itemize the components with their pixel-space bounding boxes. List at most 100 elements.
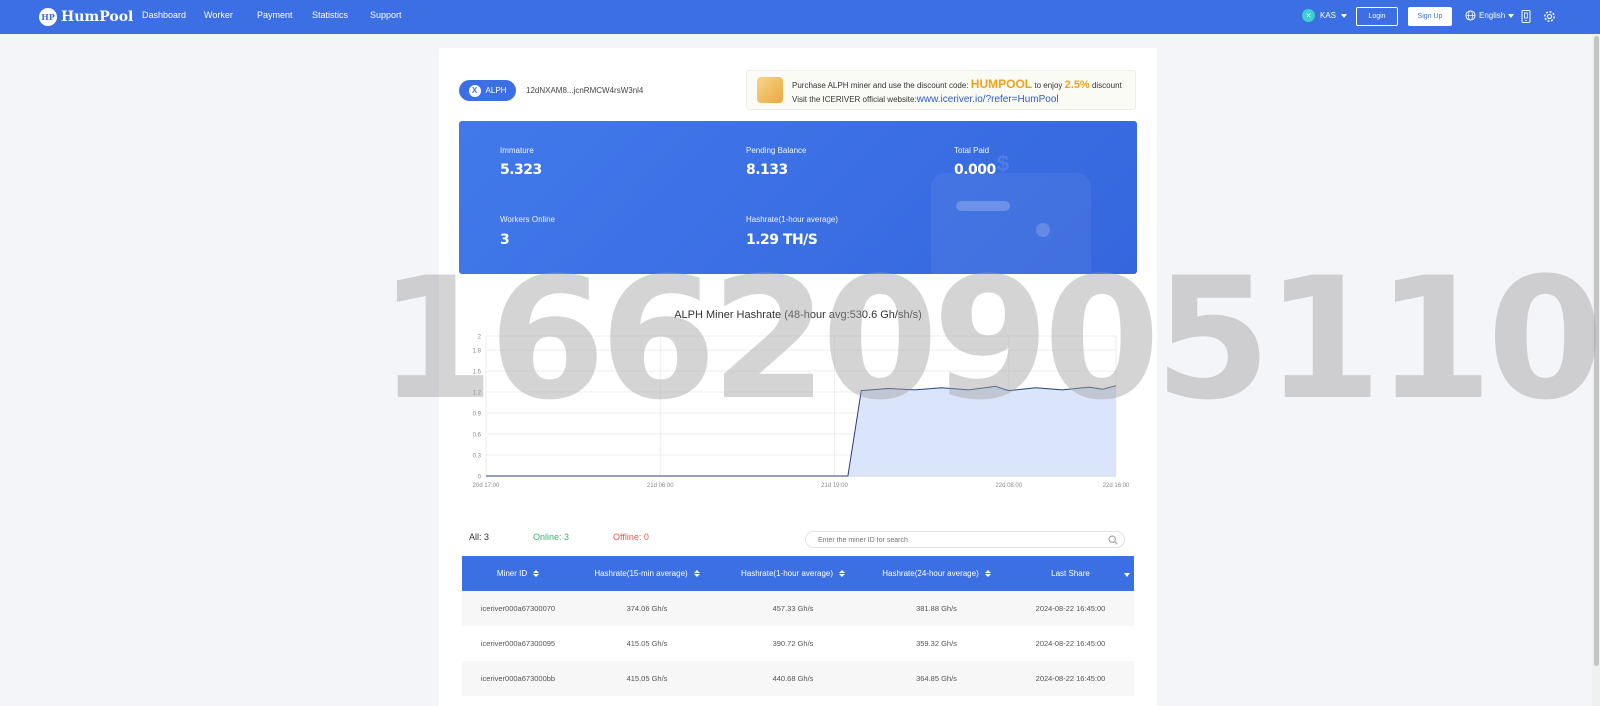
cell-hashrate-1hour: 440.68 Gh/s <box>772 674 814 683</box>
filter-online[interactable]: Online: 3 <box>533 532 569 542</box>
header-hashrate-15min[interactable]: Hashrate(15-min average) <box>574 556 720 591</box>
coin-selector[interactable]: ✕ KAS <box>1302 9 1348 22</box>
header-label: Last Share <box>1051 569 1090 578</box>
y-tick-label: 1.2 <box>473 391 482 397</box>
mobile-app-icon[interactable] <box>1519 9 1533 23</box>
cell-last-share: 2024-08-22 16:45:00 <box>1035 639 1106 648</box>
discount-code: HUMPOOL <box>970 77 1033 91</box>
sort-icon[interactable] <box>693 570 700 577</box>
wallet-illustration <box>931 173 1091 274</box>
login-button[interactable]: Login <box>1356 7 1398 26</box>
globe-icon <box>1465 10 1476 21</box>
table-header: Miner ID Hashrate(15-min average) Hashra… <box>462 556 1134 591</box>
nav-payment[interactable]: Payment <box>257 10 293 20</box>
cell-hashrate-24hour: 359.32 Gh/s <box>916 639 957 648</box>
stats-card: $ Immature 5.323 Pending Balance 8.133 T… <box>459 121 1137 274</box>
miner-search[interactable] <box>805 531 1125 548</box>
brand-name: HumPool <box>61 9 134 25</box>
wallet-address: 12dNXAM8...jcnRMCW4rsW3nl4 <box>526 86 644 95</box>
header-miner-id[interactable]: Miner ID <box>462 556 574 591</box>
language-selector[interactable]: English <box>1465 10 1515 21</box>
y-tick-label: 2 <box>478 335 482 341</box>
y-tick-label: 1.5 <box>473 370 482 376</box>
search-icon[interactable] <box>1108 535 1118 545</box>
x-tick-label: 22d 16:00 <box>1103 483 1130 489</box>
header-label: Miner ID <box>496 569 528 578</box>
hashrate-label: Hashrate(1-hour average) <box>746 215 839 224</box>
kas-coin-icon: ✕ <box>1302 9 1315 22</box>
table-row[interactable]: iceriver000a673000bb 415.05 Gh/s 440.68 … <box>462 661 1134 696</box>
nav-worker[interactable]: Worker <box>204 10 233 20</box>
total-paid-label: Total Paid <box>954 146 990 155</box>
y-tick-label: 0.6 <box>473 433 482 439</box>
workers-online-label: Workers Online <box>500 215 555 224</box>
hashrate-value: 1.29 TH/S <box>746 232 818 248</box>
pending-balance-label: Pending Balance <box>746 146 807 155</box>
hashrate-area <box>486 385 1116 476</box>
miner-search-input[interactable] <box>818 534 1098 546</box>
header-label: Hashrate(15-min average) <box>594 569 688 578</box>
promo-banner: Purchase ALPH miner and use the discount… <box>746 70 1136 110</box>
x-tick-label: 21d 19:00 <box>821 483 848 489</box>
promo-visit-text: Visit the ICERIVER official website: <box>792 95 917 104</box>
cell-hashrate-24hour: 364.85 Gh/s <box>916 674 957 683</box>
wallet-illustration-dot <box>1036 223 1050 237</box>
scrollbar-thumb[interactable] <box>1594 36 1599 666</box>
gear-icon[interactable] <box>1542 9 1556 23</box>
filter-offline[interactable]: Offline: 0 <box>613 532 649 542</box>
cell-last-share: 2024-08-22 16:45:00 <box>1035 604 1106 613</box>
immature-value: 5.323 <box>500 162 542 178</box>
total-paid-value: 0.000 <box>954 162 996 178</box>
promo-text-3: discount <box>1091 81 1122 90</box>
chart-title: ALPH Miner Hashrate (48-hour avg:530.6 G… <box>674 309 922 321</box>
logo[interactable]: HP HumPool <box>39 7 133 27</box>
y-tick-label: 0 <box>478 475 482 481</box>
y-tick-label: 0.3 <box>473 454 482 460</box>
pending-balance-value: 8.133 <box>746 162 788 178</box>
header-label: Hashrate(24-hour average) <box>882 569 979 578</box>
nav-statistics[interactable]: Statistics <box>312 10 348 20</box>
y-tick-label: 1.8 <box>473 349 482 355</box>
sort-icon[interactable] <box>533 570 540 577</box>
cell-hashrate-15min: 415.05 Gh/s <box>626 639 668 648</box>
chevron-down-icon <box>1341 13 1348 18</box>
coin-selector-label: KAS <box>1320 11 1337 20</box>
wallet-illustration-bar <box>956 201 1010 211</box>
workers-online-value: 3 <box>500 232 510 248</box>
iceriver-link[interactable]: www.iceriver.io/?refer=HumPool <box>917 94 1059 105</box>
signup-button[interactable]: Sign Up <box>1408 7 1452 26</box>
cell-miner-id: iceriver000a673000bb <box>480 674 556 683</box>
promo-line-1: Purchase ALPH miner and use the discount… <box>792 77 1122 91</box>
cell-hashrate-1hour: 390.72 Gh/s <box>772 639 814 648</box>
coin-stack-icon <box>757 77 783 103</box>
y-tick-label: 0.9 <box>473 412 482 418</box>
cell-miner-id: iceriver000a67300070 <box>480 604 556 613</box>
nav-dashboard[interactable]: Dashboard <box>142 10 186 20</box>
nav-support[interactable]: Support <box>370 10 402 20</box>
sort-icon[interactable] <box>984 570 991 577</box>
promo-text-2: to enjoy <box>1034 81 1063 90</box>
cell-hashrate-24hour: 381.88 Gh/s <box>916 604 957 613</box>
dollar-icon: $ <box>997 151 1010 176</box>
header-hashrate-24hour[interactable]: Hashrate(24-hour average) <box>866 556 1007 591</box>
top-navbar: HP HumPool Dashboard Worker Payment Stat… <box>0 0 1600 34</box>
cell-hashrate-1hour: 457.33 Gh/s <box>772 604 814 613</box>
sort-icon[interactable] <box>839 570 846 577</box>
table-row[interactable]: iceriver000a67300095 415.05 Gh/s 390.72 … <box>462 626 1134 661</box>
promo-line-2: Visit the ICERIVER official website:www.… <box>792 94 1059 105</box>
discount-percent: 2.5% <box>1064 79 1090 91</box>
header-last-share[interactable]: Last Share <box>1007 556 1134 591</box>
promo-text-1: Purchase ALPH miner and use the discount… <box>792 81 969 90</box>
coin-pill-label: ALPH <box>485 86 507 95</box>
immature-label: Immature <box>500 146 534 155</box>
coin-pill-alph[interactable]: X ALPH <box>459 80 516 101</box>
cell-miner-id: iceriver000a67300095 <box>480 639 556 648</box>
filter-all[interactable]: All: 3 <box>469 532 489 542</box>
hashrate-chart[interactable]: 0 0.3 0.6 0.9 1.2 1.5 1.8 2 20d 17:00 21d 06:00 21… <box>470 330 1134 490</box>
chevron-down-icon[interactable] <box>1124 573 1130 577</box>
x-tick-label: 20d 17:00 <box>473 483 500 489</box>
logo-icon: HP <box>39 8 57 26</box>
cell-hashrate-15min: 374.06 Gh/s <box>626 604 668 613</box>
table-row[interactable]: iceriver000a67300070 374.06 Gh/s 457.33 … <box>462 591 1134 626</box>
header-hashrate-1hour[interactable]: Hashrate(1-hour average) <box>720 556 866 591</box>
